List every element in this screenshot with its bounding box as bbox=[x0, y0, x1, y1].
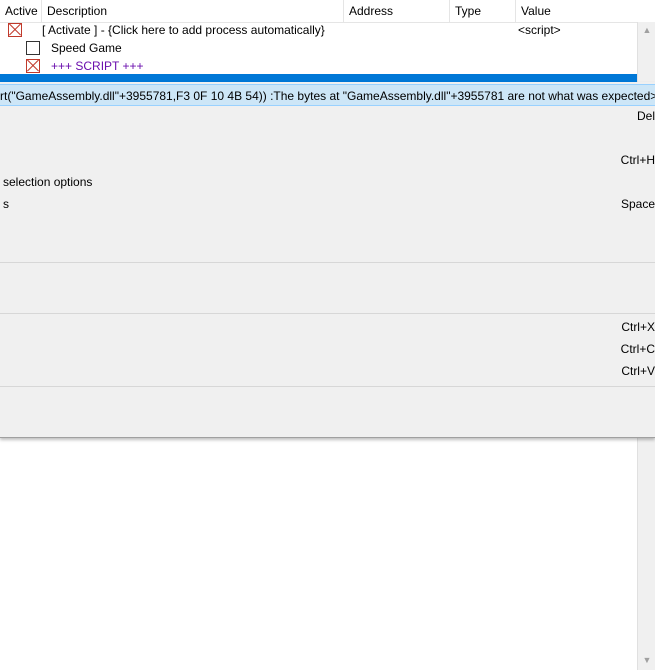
active-checkbox[interactable] bbox=[26, 41, 40, 55]
menu-item-label: rt("GameAssembly.dll"+3955781,F3 0F 10 4… bbox=[0, 89, 655, 103]
menu-item-delete[interactable]: Del bbox=[0, 105, 655, 127]
active-checkbox[interactable] bbox=[26, 59, 40, 73]
menu-item-shortcut: Ctrl+C bbox=[620, 342, 655, 356]
row-description: Speed Game bbox=[51, 41, 122, 55]
table-row[interactable]: +++ SCRIPT +++ bbox=[0, 57, 637, 75]
table-row[interactable]: Speed Game bbox=[0, 39, 637, 57]
context-menu: rt("GameAssembly.dll"+3955781,F3 0F 10 4… bbox=[0, 82, 655, 438]
menu-item-paste[interactable]: Ctrl+V bbox=[0, 360, 655, 382]
menu-separator bbox=[0, 313, 655, 314]
row-description: +++ SCRIPT +++ bbox=[51, 59, 144, 73]
menu-item-label: selection options bbox=[3, 175, 93, 189]
menu-separator bbox=[0, 262, 655, 263]
scroll-up-icon[interactable]: ▲ bbox=[638, 22, 655, 38]
menu-item-shortcut: Ctrl+X bbox=[621, 320, 655, 334]
menu-item-cut[interactable]: Ctrl+X bbox=[0, 316, 655, 338]
scroll-down-icon[interactable]: ▼ bbox=[638, 652, 655, 668]
menu-item-error[interactable]: rt("GameAssembly.dll"+3955781,F3 0F 10 4… bbox=[0, 84, 655, 106]
row-description: [ Activate ] - {Click here to add proces… bbox=[42, 23, 325, 37]
active-checkbox[interactable] bbox=[8, 23, 22, 37]
column-header-address[interactable]: Address bbox=[344, 0, 450, 22]
menu-item-toggle[interactable]: s Space bbox=[0, 193, 655, 215]
menu-item-selection-options[interactable]: selection options bbox=[0, 171, 655, 193]
menu-separator bbox=[0, 386, 655, 387]
menu-item-shortcut: Del bbox=[636, 109, 655, 123]
menu-item-shortcut: Ctrl+H bbox=[620, 153, 655, 167]
menu-item-shortcut: Space bbox=[620, 197, 655, 211]
menu-item-hide[interactable]: Ctrl+H bbox=[0, 149, 655, 171]
column-header-type[interactable]: Type bbox=[450, 0, 516, 22]
column-header-active[interactable]: Active bbox=[0, 0, 42, 22]
selected-row-highlight[interactable] bbox=[0, 74, 637, 82]
column-header-value[interactable]: Value bbox=[516, 0, 655, 22]
menu-item-copy[interactable]: Ctrl+C bbox=[0, 338, 655, 360]
table-row[interactable]: [ Activate ] - {Click here to add proces… bbox=[0, 21, 637, 39]
table-header: Active Description Address Type Value bbox=[0, 0, 655, 23]
column-header-description[interactable]: Description bbox=[42, 0, 344, 22]
row-value: <script> bbox=[518, 23, 561, 37]
menu-item-label: s bbox=[3, 197, 9, 211]
menu-item-shortcut: Ctrl+V bbox=[621, 364, 655, 378]
